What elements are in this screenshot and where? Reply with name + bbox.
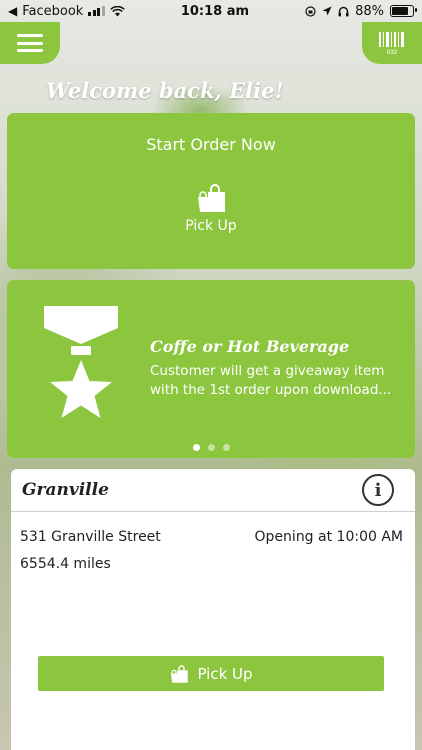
pickup-button-label: Pick Up [197, 664, 253, 683]
promo-title: Coffe or Hot Beverage [150, 337, 350, 356]
wifi-icon [110, 5, 125, 16]
promo-description: Customer will get a giveaway item with t… [150, 363, 392, 398]
start-order-title: Start Order Now [146, 135, 276, 154]
welcome-message: Welcome back, Elie! [46, 78, 284, 103]
barcode-button[interactable]: 032 [362, 22, 422, 64]
store-card: Granville i 531 Granville Street Opening… [11, 469, 415, 750]
hamburger-menu-icon [17, 34, 43, 52]
promo-card[interactable]: Coffe or Hot Beverage Customer will get … [7, 280, 415, 458]
start-order-pickup-button[interactable] [7, 182, 415, 214]
store-distance: 6554.4 miles [20, 556, 111, 572]
barcode-icon: 032 [379, 32, 404, 55]
shopping-bag-icon [171, 664, 189, 683]
shopping-bag-icon [198, 184, 225, 212]
medal-star-icon [44, 306, 118, 418]
store-address: 531 Granville Street [20, 529, 161, 545]
status-time: 10:18 am [180, 3, 250, 19]
start-order-pickup-label[interactable]: Pick Up [7, 218, 415, 234]
battery-percent: 88% [355, 3, 384, 19]
status-bar-right: 88% [305, 3, 417, 19]
store-name: Granville [22, 480, 109, 500]
start-order-card[interactable]: Start Order Now Pick Up [7, 113, 415, 269]
carousel-dots[interactable] [7, 444, 415, 451]
carousel-dot[interactable] [222, 444, 230, 451]
cellular-signal-icon [88, 6, 105, 16]
barcode-digits: 032 [387, 49, 398, 55]
screen-rotation-lock-icon [305, 5, 316, 17]
pickup-button[interactable]: Pick Up [38, 656, 384, 691]
store-opening-time: Opening at 10:00 AM [254, 529, 403, 545]
location-arrow-icon [322, 6, 332, 16]
info-icon: i [374, 479, 382, 501]
status-bar-left: ◀ Facebook [8, 4, 125, 19]
battery-icon [390, 5, 417, 17]
back-arrow-icon[interactable]: ◀ [8, 4, 17, 18]
info-button[interactable]: i [362, 474, 394, 506]
divider [11, 511, 415, 512]
carousel-dot[interactable] [207, 444, 215, 451]
menu-button[interactable] [0, 22, 60, 64]
headphones-icon [338, 6, 349, 16]
back-app-label[interactable]: Facebook [22, 4, 83, 19]
carousel-dot[interactable] [192, 444, 200, 451]
status-bar: ◀ Facebook 10:18 am 88% [0, 0, 422, 22]
